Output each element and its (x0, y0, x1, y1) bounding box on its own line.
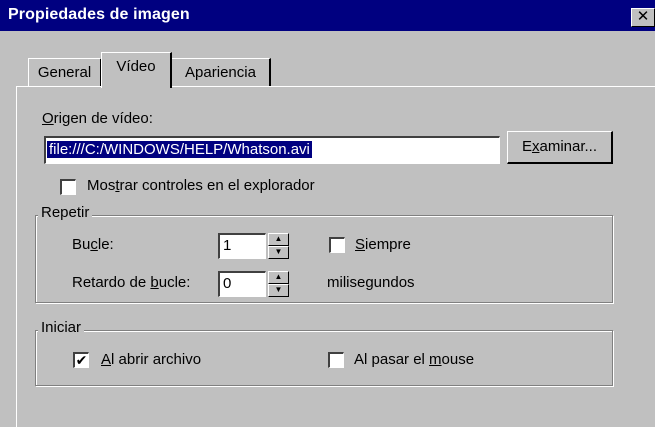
title-bar: Propiedades de imagen ✕ (0, 0, 655, 31)
video-source-value: file:///C:/WINDOWS/HELP/Whatson.avi (47, 141, 312, 158)
tab-apariencia-label: Apariencia (185, 64, 256, 81)
loop-delay-spinner[interactable]: ▲ ▼ (268, 271, 289, 297)
start-group-legend: Iniciar (38, 319, 85, 336)
video-source-input[interactable]: file:///C:/WINDOWS/HELP/Whatson.avi (44, 136, 500, 164)
always-label: Siempre (355, 236, 411, 253)
open-file-label: Al abrir archivo (101, 351, 202, 368)
loop-delay-input[interactable]: 0 (218, 271, 266, 297)
tab-general-label: General (37, 64, 92, 81)
open-file-checkbox[interactable]: ✔ (73, 352, 89, 368)
repeat-group-legend: Repetir (38, 204, 93, 221)
tab-apariencia[interactable]: Apariencia (171, 58, 271, 87)
close-icon: ✕ (636, 8, 650, 25)
tab-video[interactable]: Vídeo (101, 52, 172, 88)
tab-general[interactable]: General (28, 58, 102, 87)
window-title: Propiedades de imagen (8, 6, 190, 23)
mouse-hover-checkbox[interactable] (328, 352, 344, 368)
loop-spinner[interactable]: ▲ ▼ (268, 233, 289, 259)
mouse-hover-label: Al pasar el mouse (354, 351, 475, 368)
spin-down-icon[interactable]: ▼ (268, 246, 289, 259)
browse-button[interactable]: Examinar... (507, 131, 613, 164)
spin-up-icon[interactable]: ▲ (268, 233, 289, 246)
show-controls-label: Mostrar controles en el explorador (87, 177, 315, 194)
loop-label: Bucle: (72, 236, 114, 253)
always-checkbox[interactable] (329, 237, 345, 253)
loop-input[interactable]: 1 (218, 233, 266, 259)
tab-video-label: Vídeo (116, 58, 156, 75)
show-controls-checkbox[interactable] (60, 179, 76, 195)
spin-up-icon[interactable]: ▲ (268, 271, 289, 284)
spin-down-icon[interactable]: ▼ (268, 284, 289, 297)
loop-delay-label: Retardo de bucle: (72, 274, 191, 291)
delay-unit-label: milisegundos (327, 274, 415, 291)
close-button[interactable]: ✕ (631, 8, 655, 27)
video-source-label: Origen de vídeo: (42, 110, 153, 127)
